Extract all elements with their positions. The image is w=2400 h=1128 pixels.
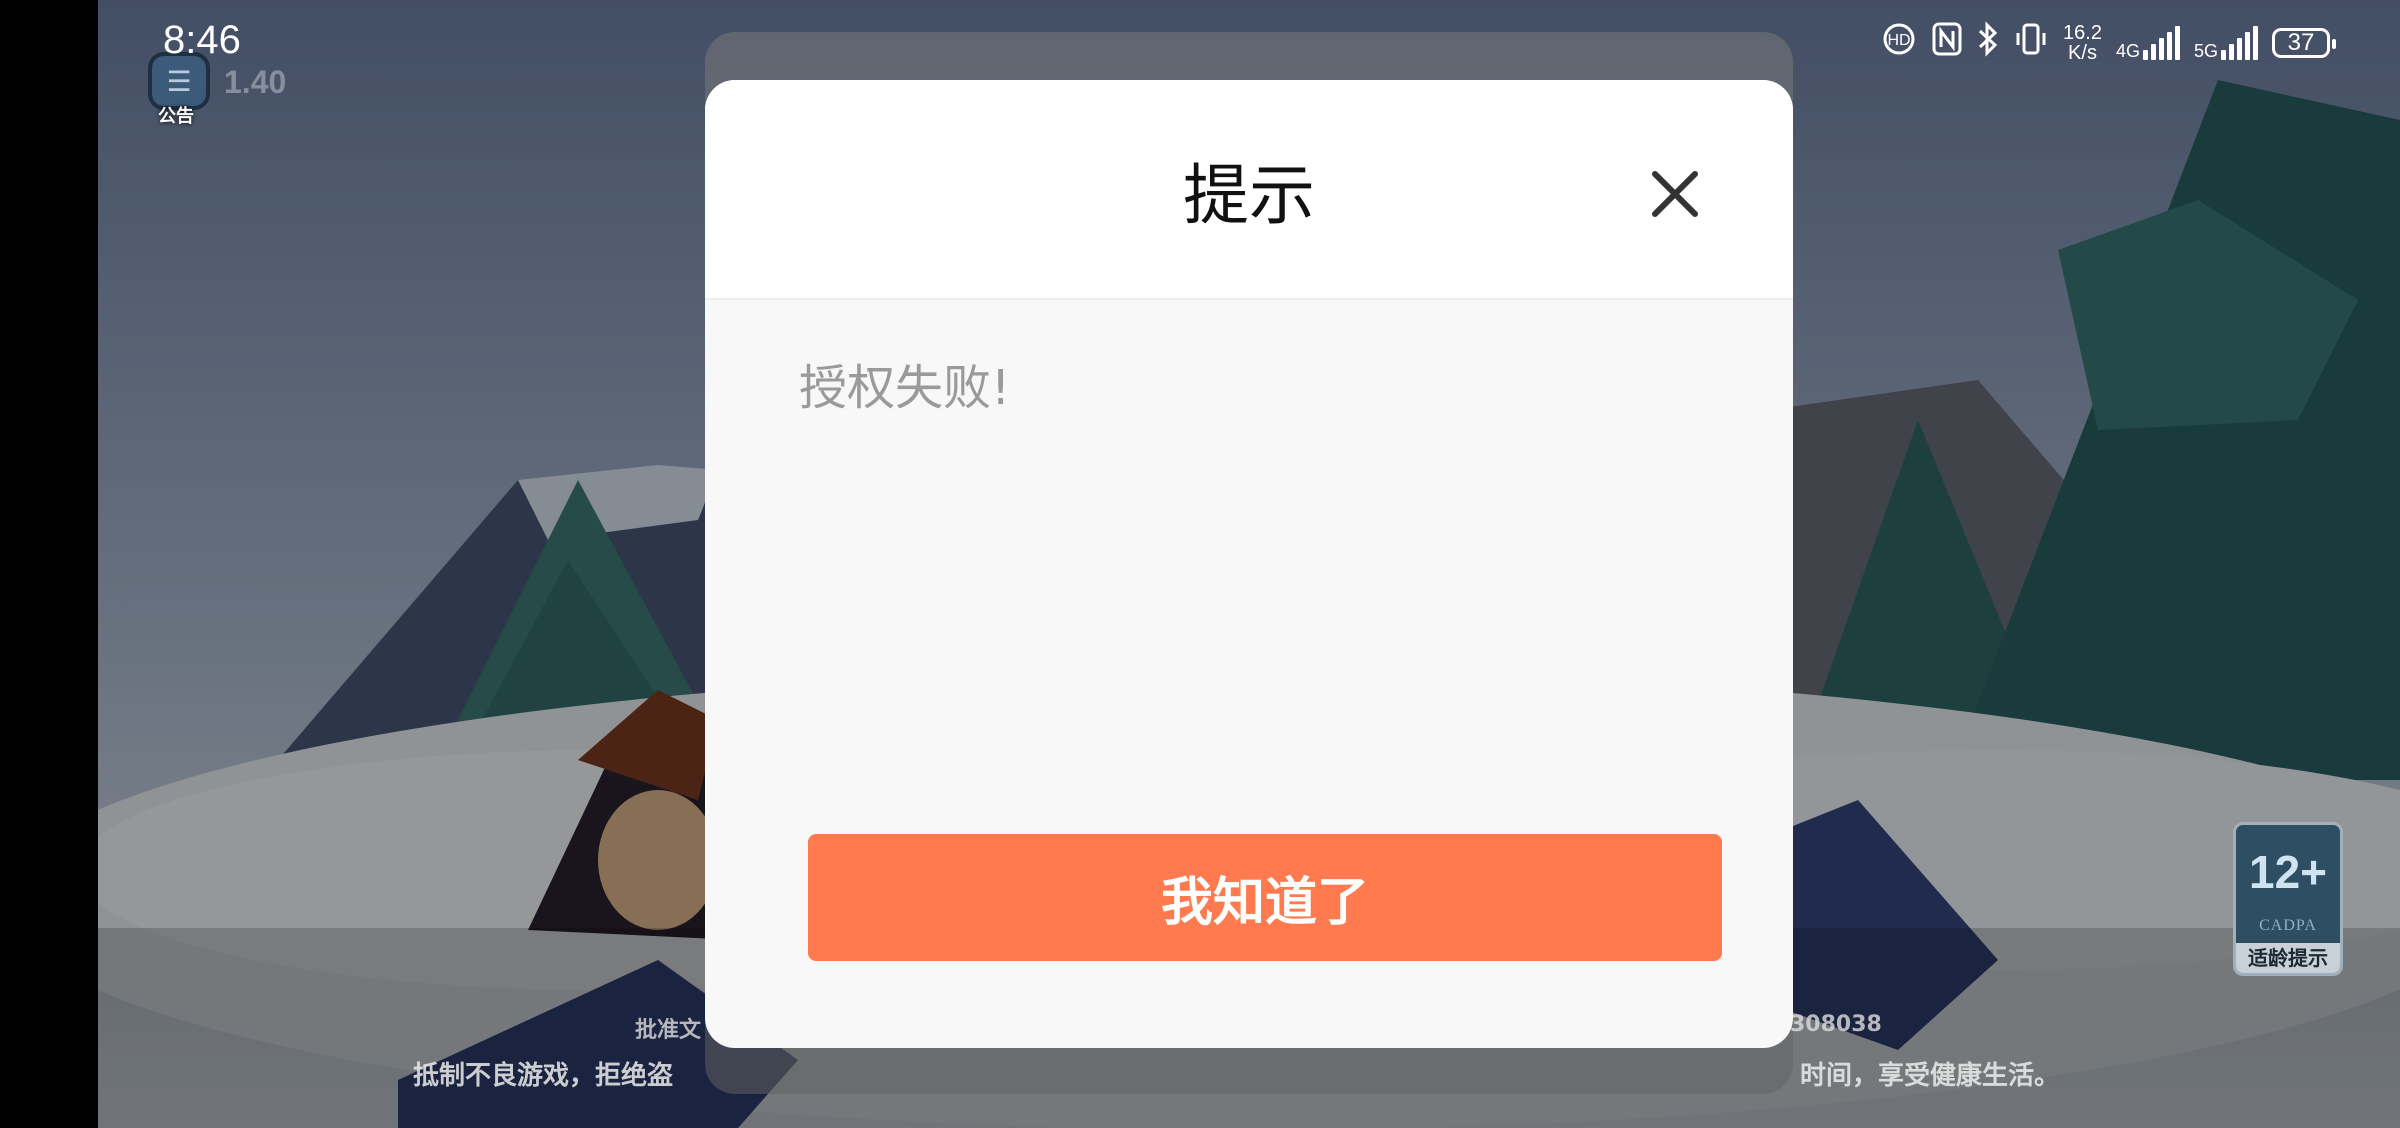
bluetooth-icon	[1977, 21, 1999, 65]
vibrate-icon	[2013, 21, 2049, 65]
version-label: 1.40	[224, 64, 287, 100]
network-type-1: 4G	[2115, 41, 2140, 61]
age-rating-number: 12+	[2248, 846, 2328, 898]
approval-text: 批准文	[635, 1018, 702, 1043]
network-speed: 16.2 K/s	[2063, 23, 2102, 63]
health-notice-left: 抵制不良游戏，拒绝盗	[413, 1061, 674, 1091]
dialog-title: 提示	[1183, 157, 1315, 234]
close-icon	[1652, 171, 1698, 217]
status-time: 8:46	[163, 18, 241, 62]
confirm-button[interactable]: 我知道了	[808, 834, 1722, 961]
network-speed-unit: K/s	[2068, 42, 2097, 64]
approval-number-suffix: 308038	[1790, 1012, 1882, 1037]
signal-icon: 4G	[2116, 26, 2180, 60]
health-notice-right: 时间，享受健康生活。	[1800, 1061, 2061, 1091]
alert-dialog: 提示 授权失败! 我知道了	[705, 80, 1793, 1048]
svg-text:HD: HD	[1887, 32, 1910, 49]
battery-level: 37	[2287, 29, 2315, 56]
dialog-message: 授权失败!	[799, 360, 1011, 416]
status-icons: HD 16.2 K/s 4G 5G 37	[1881, 20, 2336, 66]
battery-icon: 37	[2272, 28, 2336, 58]
age-rating-org: CADPA	[2259, 917, 2317, 934]
nfc-icon	[1931, 21, 1963, 65]
network-speed-value: 16.2	[2063, 22, 2102, 44]
age-rating-badge[interactable]: 12+ CADPA 适龄提示	[2233, 822, 2343, 976]
notice-label: 公告	[158, 106, 194, 127]
age-rating-label: 适龄提示	[2236, 943, 2340, 973]
left-black-bar	[0, 0, 98, 1128]
hd-icon: HD	[1881, 21, 1917, 65]
network-type-2: 5G	[2193, 41, 2218, 61]
signal-icon-2: 5G	[2194, 26, 2258, 60]
close-button[interactable]	[1643, 162, 1707, 226]
dialog-header: 提示	[705, 80, 1793, 300]
